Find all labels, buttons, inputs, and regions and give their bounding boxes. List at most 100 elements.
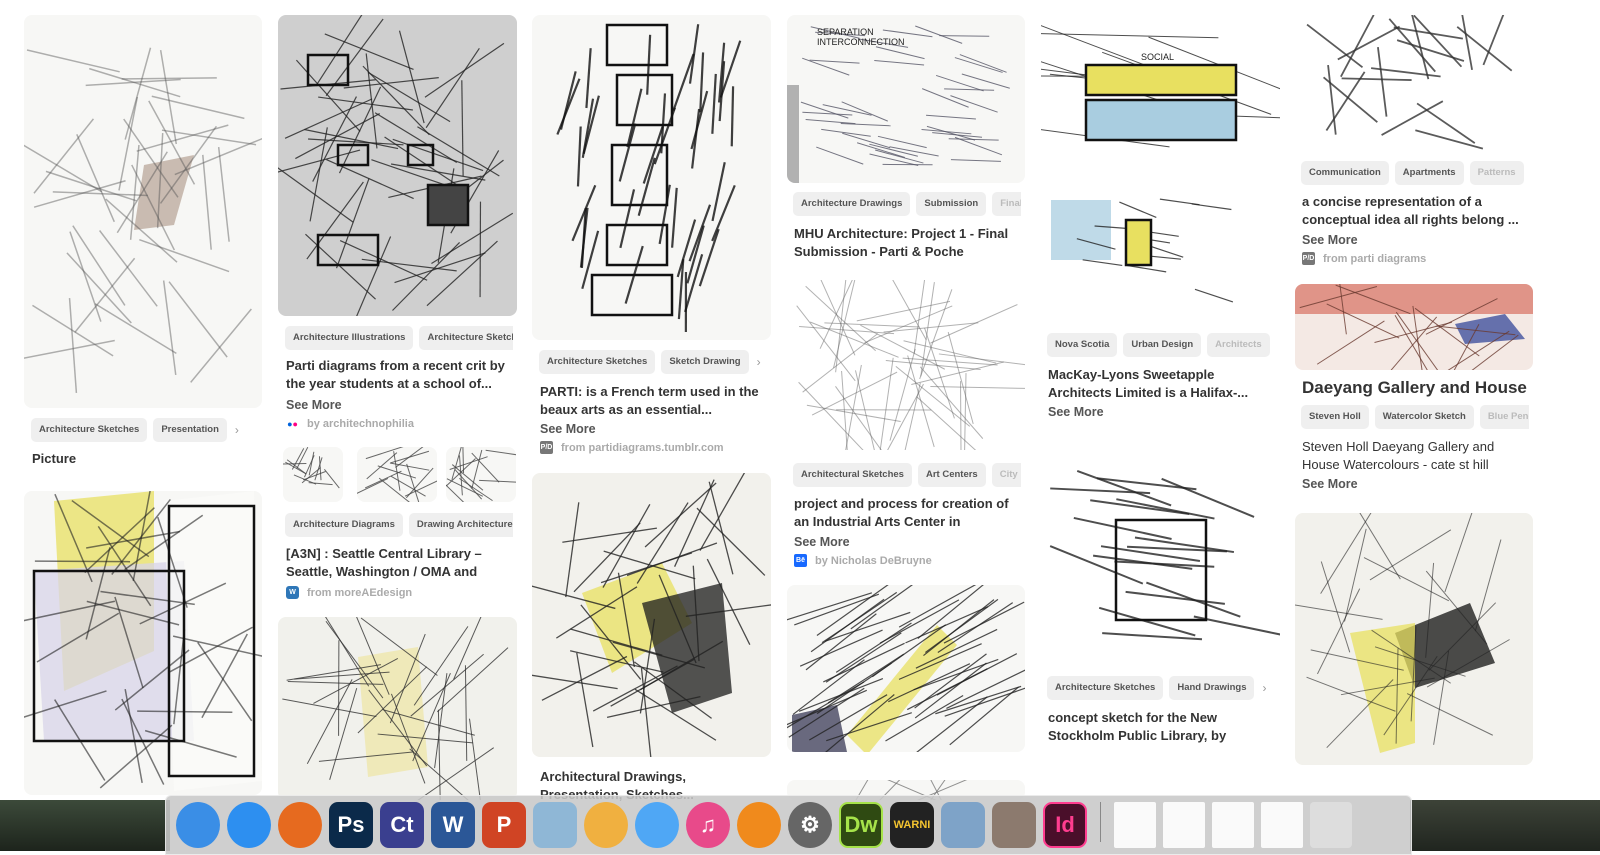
see-more-link[interactable]: See More: [794, 535, 850, 549]
pin-title[interactable]: concept sketch for the New Stockholm Pub…: [1048, 709, 1276, 744]
launchpad-icon[interactable]: [992, 802, 1036, 848]
pin-image[interactable]: [787, 585, 1025, 752]
tag-button[interactable]: Final: [992, 192, 1021, 216]
dock-separator: [1100, 802, 1101, 842]
pin-tags: Steven HollWatercolor SketchBlue Pencil›: [1301, 405, 1529, 429]
pin-image[interactable]: SEPARATIONINTERCONNECTION: [787, 15, 1025, 183]
pd-icon: P/D: [540, 441, 553, 454]
tag-button[interactable]: Blue Pencil: [1480, 405, 1529, 429]
pin-image[interactable]: [357, 447, 437, 502]
pin-tags: Architecture SketchesSketch Drawing ›: [539, 350, 767, 374]
preview-icon[interactable]: [533, 802, 577, 848]
pin-image[interactable]: SOCIALH₂O: [1041, 15, 1280, 150]
see-more-link[interactable]: See More: [1302, 477, 1358, 491]
system-preferences-icon[interactable]: ⚙: [788, 802, 832, 848]
see-more-link[interactable]: See More: [540, 422, 596, 436]
tag-button[interactable]: Apartments: [1395, 161, 1464, 185]
dreamweaver-icon[interactable]: Dw: [839, 802, 883, 848]
pin-image[interactable]: [283, 447, 343, 502]
pin-tags: Architecture SketchesHand Drawings ›: [1047, 676, 1275, 700]
wordpress-icon: W: [286, 586, 299, 599]
finder-icon[interactable]: [176, 802, 220, 848]
pin-image[interactable]: [532, 15, 771, 340]
pin-source[interactable]: Wfrom moreAEdesign: [286, 586, 412, 599]
tag-button[interactable]: Patterns: [1470, 161, 1524, 185]
tag-button[interactable]: Urban Design: [1123, 333, 1201, 357]
tag-button[interactable]: Steven Holl: [1301, 405, 1369, 429]
pin-image[interactable]: [1295, 513, 1533, 765]
photos-icon[interactable]: [584, 802, 628, 848]
tag-button[interactable]: Submission: [916, 192, 986, 216]
tag-button[interactable]: Architecture Sketches: [1047, 676, 1163, 700]
captivate-icon[interactable]: Ct: [380, 802, 424, 848]
powerpoint-icon[interactable]: P: [482, 802, 526, 848]
pin-title[interactable]: project and process for creation of an I…: [794, 495, 1022, 530]
pin-image[interactable]: [24, 491, 262, 795]
pin-image[interactable]: [1041, 180, 1280, 310]
tag-button[interactable]: Watercolor Sketch: [1375, 405, 1474, 429]
pin-title[interactable]: [A3N] : Seattle Central Library – Seattl…: [286, 545, 516, 580]
pin-title[interactable]: PARTI: is a French term used in the beau…: [540, 383, 768, 418]
tag-button[interactable]: Art Centers: [918, 463, 986, 487]
pin-source[interactable]: P/Dfrom partidiagrams.tumblr.com: [540, 441, 724, 454]
itunes-icon[interactable]: ♫: [686, 802, 730, 848]
chevron-right-icon[interactable]: ›: [233, 423, 239, 437]
pin-title[interactable]: Steven Holl Daeyang Gallery and House Wa…: [1302, 438, 1530, 473]
tag-button[interactable]: Architecture Illustrations: [285, 326, 413, 350]
pin-image[interactable]: [278, 15, 517, 316]
tag-button[interactable]: Nova Scotia: [1047, 333, 1117, 357]
indesign-icon[interactable]: Id: [1043, 802, 1087, 848]
chevron-right-icon[interactable]: ›: [1260, 681, 1266, 695]
trash-icon[interactable]: [1310, 802, 1352, 848]
word-icon[interactable]: W: [431, 802, 475, 848]
tag-button[interactable]: Architecture Diagrams: [285, 513, 403, 537]
pin-source[interactable]: P/Dfrom parti diagrams: [1302, 252, 1426, 265]
tag-button[interactable]: Architecture Sketches: [419, 326, 513, 350]
pin-image[interactable]: [24, 15, 262, 408]
pin-image[interactable]: [278, 617, 517, 800]
chevron-right-icon[interactable]: ›: [755, 355, 761, 369]
ibooks-icon[interactable]: [737, 802, 781, 848]
see-more-link[interactable]: See More: [1302, 233, 1358, 247]
pin-image[interactable]: [1295, 284, 1533, 370]
tag-button[interactable]: Architects: [1207, 333, 1269, 357]
see-more-link[interactable]: See More: [286, 398, 342, 412]
image-capture-icon[interactable]: [941, 802, 985, 848]
pin-image[interactable]: [532, 473, 771, 757]
document-3-icon[interactable]: [1212, 802, 1254, 848]
tag-button[interactable]: Architecture Drawings: [793, 192, 910, 216]
behance-icon: Bē: [794, 554, 807, 567]
photoshop-icon[interactable]: Ps: [329, 802, 373, 848]
pin-title[interactable]: Picture: [32, 450, 252, 468]
tag-button[interactable]: Sketch Drawing: [661, 350, 748, 374]
tag-button[interactable]: Architecture Sketches: [539, 350, 655, 374]
macos-dock: PsCtWP ♫ ⚙DwWARNI Id: [165, 795, 1412, 855]
tag-button[interactable]: Presentation: [153, 418, 227, 442]
pin-image[interactable]: [1041, 440, 1280, 660]
pin-image[interactable]: [1295, 15, 1533, 155]
pin-title[interactable]: MHU Architecture: Project 1 - Final Subm…: [794, 225, 1022, 260]
pin-source[interactable]: ●●by architechnophilia: [286, 417, 414, 430]
safari-icon[interactable]: [227, 802, 271, 848]
pin-image[interactable]: [446, 447, 516, 502]
tag-button[interactable]: Drawing Architecture: [409, 513, 513, 537]
tag-button[interactable]: City: [992, 463, 1021, 487]
document-2-icon[interactable]: [1163, 802, 1205, 848]
pin-title[interactable]: Parti diagrams from a recent crit by the…: [286, 357, 516, 392]
document-4-icon[interactable]: [1261, 802, 1303, 848]
tag-button[interactable]: Architecture Sketches: [31, 418, 147, 442]
pin-image[interactable]: [787, 280, 1025, 450]
tag-button[interactable]: Hand Drawings: [1169, 676, 1254, 700]
document-1-icon[interactable]: [1114, 802, 1156, 848]
pin-title[interactable]: MacKay-Lyons Sweetapple Architects Limit…: [1048, 366, 1276, 401]
console-icon[interactable]: WARNI: [890, 802, 934, 848]
messages-icon[interactable]: [635, 802, 679, 848]
tag-button[interactable]: Communication: [1301, 161, 1389, 185]
pin-title[interactable]: a concise representation of a conceptual…: [1302, 193, 1530, 228]
see-more-link[interactable]: See More: [1048, 405, 1104, 419]
tag-button[interactable]: Architectural Sketches: [793, 463, 912, 487]
firefox-icon[interactable]: [278, 802, 322, 848]
pin-heading[interactable]: Daeyang Gallery and House: [1302, 378, 1534, 398]
source-text: from moreAEdesign: [307, 587, 412, 599]
pin-source[interactable]: Bēby Nicholas DeBruyne: [794, 554, 932, 567]
